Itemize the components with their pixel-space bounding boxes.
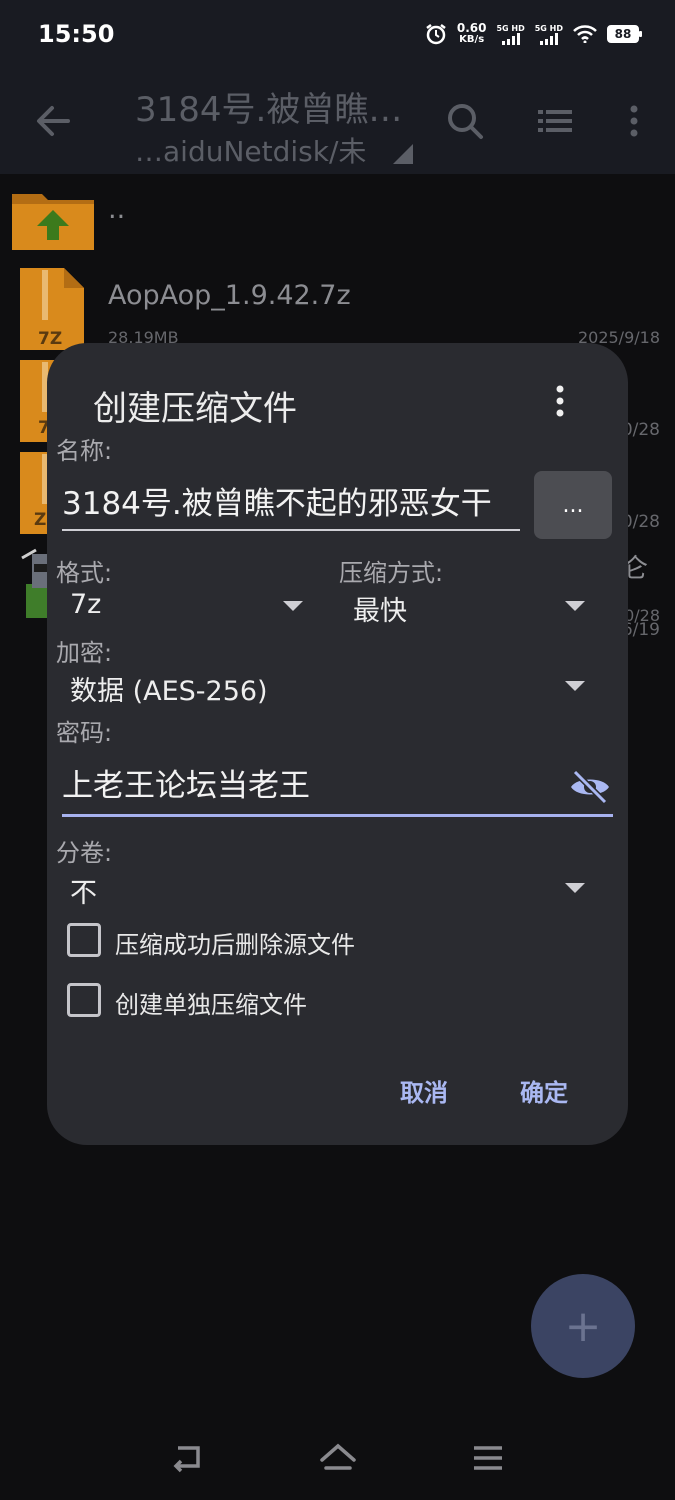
file-name: AopAop_1.9.42.7z [108,280,351,311]
archive-badge: 7Z [38,329,63,349]
method-dropdown-icon[interactable] [565,601,585,611]
system-nav-bar [0,1420,675,1500]
split-select[interactable]: 不 [70,871,97,910]
signal-sim2-icon: 5G HD [535,24,563,45]
status-bar: 15:50 0.60 KB/s 5G HD 5G HD 88 [0,0,675,70]
file-name: .. [108,194,126,225]
encryption-select[interactable]: 数据 (AES-256) [70,669,268,708]
archive-badge: Z [34,510,47,530]
password-label: 密码: [56,719,113,747]
status-time: 15:50 [38,20,115,48]
delete-source-checkbox[interactable] [67,923,101,957]
dialog-title: 创建压缩文件 [93,389,297,429]
visibility-off-icon[interactable] [569,769,611,805]
browse-button[interactable]: ... [534,471,612,539]
page-title: 3184号.被曾瞧… [135,90,403,130]
list-item[interactable]: 7Z AopAop_1.9.42.7z 28.19MB 2025/9/18 [0,264,675,352]
split-dropdown-icon[interactable] [565,883,585,893]
dialog-more-icon[interactable] [547,383,573,419]
more-vert-icon[interactable] [611,98,657,144]
sim1-label: 5G HD [496,23,525,33]
format-label: 格式: [56,559,113,587]
add-fab-button[interactable]: + [531,1274,635,1378]
net-speed-value: 0.60 [456,21,487,35]
create-archive-dialog: 创建压缩文件 名称: 3184号.被曾瞧不起的邪恶女干 ... 格式: 压缩方式… [47,343,628,1145]
nav-back-icon[interactable] [168,1440,208,1476]
alarm-icon [426,24,446,45]
signal-sim1-icon: 5G HD [496,23,525,45]
cancel-button[interactable]: 取消 [400,1073,448,1108]
method-select[interactable]: 最快 [353,589,407,628]
wifi-icon [573,25,597,43]
separate-archives-label: 创建单独压缩文件 [115,991,307,1019]
archive-name-input[interactable]: 3184号.被曾瞧不起的邪恶女干 [62,479,520,531]
nav-menu-icon[interactable] [468,1440,508,1476]
format-dropdown-icon[interactable] [283,601,303,611]
password-input[interactable]: 上老王论坛当老王 [62,757,613,817]
name-label: 名称: [56,437,113,465]
list-item-parent[interactable]: .. [0,174,675,262]
net-speed: 0.60 KB/s [457,22,487,46]
encryption-label: 加密: [56,639,113,667]
separate-archives-checkbox[interactable] [67,983,101,1017]
sim2-label: 5G HD [534,23,563,33]
nav-home-icon[interactable] [318,1440,358,1476]
encryption-dropdown-icon[interactable] [565,681,585,691]
status-icons: 0.60 KB/s 5G HD 5G HD 88 [425,22,642,46]
format-select[interactable]: 7z [70,589,101,620]
delete-source-label: 压缩成功后删除源文件 [115,931,355,959]
method-label: 压缩方式: [339,559,444,587]
split-label: 分卷: [56,839,113,867]
ok-button[interactable]: 确定 [520,1073,568,1108]
folder-up-icon [12,194,94,250]
search-icon[interactable] [442,98,488,144]
path-dropdown-icon[interactable] [393,144,413,164]
password-value: 上老王论坛当老王 [62,768,310,804]
back-arrow-icon[interactable] [30,98,76,144]
net-speed-unit: KB/s [459,34,485,45]
list-view-icon[interactable] [532,98,578,144]
battery-icon: 88 [607,25,642,43]
path-breadcrumb[interactable]: …aiduNetdisk/未 [135,130,366,170]
app-bar: 3184号.被曾瞧… …aiduNetdisk/未 [0,70,675,174]
